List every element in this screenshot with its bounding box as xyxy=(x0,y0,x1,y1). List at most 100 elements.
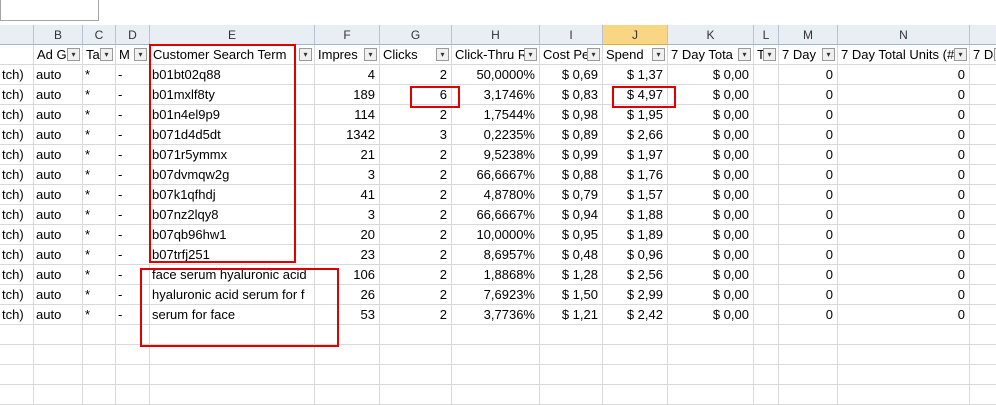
table-cell[interactable]: tch) xyxy=(0,285,34,305)
table-cell[interactable]: $ 0,88 xyxy=(540,165,603,185)
table-cell[interactable] xyxy=(970,305,996,325)
empty-cell[interactable] xyxy=(603,325,668,345)
empty-cell[interactable] xyxy=(452,325,540,345)
header-cell[interactable]: 7 Day Tota ▾ xyxy=(668,45,754,65)
table-cell[interactable]: 2 xyxy=(380,65,452,85)
table-cell[interactable]: * xyxy=(83,145,116,165)
table-cell[interactable]: 26 xyxy=(315,285,380,305)
table-cell[interactable]: * xyxy=(83,265,116,285)
table-cell[interactable]: 6 xyxy=(380,85,452,105)
header-cell[interactable]: Spend ▾ xyxy=(603,45,668,65)
header-cell[interactable]: Ad G ▾ xyxy=(34,45,83,65)
header-cell[interactable]: Ta ▾ xyxy=(83,45,116,65)
table-cell[interactable]: 2 xyxy=(380,285,452,305)
empty-cell[interactable] xyxy=(83,325,116,345)
empty-cell[interactable] xyxy=(150,385,315,405)
empty-cell[interactable] xyxy=(779,325,838,345)
table-cell[interactable]: auto xyxy=(34,265,83,285)
table-cell[interactable]: $ 0,48 xyxy=(540,245,603,265)
column-header-blank[interactable] xyxy=(0,25,34,45)
table-cell[interactable]: 0 xyxy=(779,145,838,165)
table-cell[interactable] xyxy=(970,205,996,225)
table-cell[interactable]: auto xyxy=(34,305,83,325)
table-cell[interactable]: tch) xyxy=(0,205,34,225)
header-cell[interactable] xyxy=(0,45,34,65)
table-cell[interactable]: 1,7544% xyxy=(452,105,540,125)
table-cell[interactable]: $ 1,89 xyxy=(603,225,668,245)
table-cell[interactable]: auto xyxy=(34,245,83,265)
table-cell[interactable]: - xyxy=(116,185,150,205)
column-header-m[interactable]: M xyxy=(779,25,838,45)
table-cell[interactable]: * xyxy=(83,285,116,305)
empty-cell[interactable] xyxy=(0,365,34,385)
column-header-g[interactable]: G xyxy=(380,25,452,45)
empty-cell[interactable] xyxy=(116,365,150,385)
empty-cell[interactable] xyxy=(315,385,380,405)
table-cell[interactable]: - xyxy=(116,245,150,265)
table-cell[interactable]: 0 xyxy=(838,205,970,225)
table-cell[interactable]: b07nz2lqy8 xyxy=(150,205,315,225)
table-cell[interactable]: 0 xyxy=(838,165,970,185)
table-cell[interactable]: * xyxy=(83,205,116,225)
table-cell[interactable]: auto xyxy=(34,225,83,245)
filter-dropdown-icon[interactable]: ▾ xyxy=(954,48,967,61)
table-cell[interactable]: * xyxy=(83,225,116,245)
table-cell[interactable]: - xyxy=(116,205,150,225)
table-cell[interactable]: auto xyxy=(34,205,83,225)
table-cell[interactable]: 0 xyxy=(779,185,838,205)
table-cell[interactable] xyxy=(970,85,996,105)
empty-cell[interactable] xyxy=(150,345,315,365)
table-cell[interactable]: 0 xyxy=(838,145,970,165)
table-cell[interactable] xyxy=(754,185,779,205)
table-cell[interactable]: 0 xyxy=(779,125,838,145)
table-cell[interactable]: * xyxy=(83,65,116,85)
table-cell[interactable]: - xyxy=(116,145,150,165)
table-cell[interactable]: $ 0,00 xyxy=(668,185,754,205)
table-cell[interactable]: 3 xyxy=(315,165,380,185)
table-cell[interactable]: - xyxy=(116,225,150,245)
table-cell[interactable]: 1342 xyxy=(315,125,380,145)
table-cell[interactable]: auto xyxy=(34,65,83,85)
table-cell[interactable]: 2 xyxy=(380,185,452,205)
empty-cell[interactable] xyxy=(838,345,970,365)
table-cell[interactable]: tch) xyxy=(0,65,34,85)
column-header-j[interactable]: J xyxy=(603,25,668,45)
table-cell[interactable]: 3 xyxy=(315,205,380,225)
table-cell[interactable] xyxy=(970,165,996,185)
empty-cell[interactable] xyxy=(838,385,970,405)
column-header-n[interactable]: N xyxy=(838,25,970,45)
filter-dropdown-icon[interactable]: ▾ xyxy=(299,48,312,61)
empty-cell[interactable] xyxy=(452,345,540,365)
table-cell[interactable]: $ 0,94 xyxy=(540,205,603,225)
name-box[interactable] xyxy=(0,0,99,21)
table-cell[interactable]: b01mxlf8ty xyxy=(150,85,315,105)
table-cell[interactable]: 0 xyxy=(838,185,970,205)
empty-cell[interactable] xyxy=(668,385,754,405)
table-cell[interactable]: b071d4d5dt xyxy=(150,125,315,145)
table-cell[interactable]: 9,5238% xyxy=(452,145,540,165)
table-cell[interactable]: face serum hyaluronic acid xyxy=(150,265,315,285)
filter-dropdown-icon[interactable]: ▾ xyxy=(587,48,600,61)
table-cell[interactable] xyxy=(754,285,779,305)
table-cell[interactable]: tch) xyxy=(0,85,34,105)
table-cell[interactable]: auto xyxy=(34,85,83,105)
empty-cell[interactable] xyxy=(0,325,34,345)
empty-cell[interactable] xyxy=(0,385,34,405)
table-cell[interactable]: - xyxy=(116,105,150,125)
table-cell[interactable]: $ 1,37 xyxy=(603,65,668,85)
table-cell[interactable]: b01bt02q88 xyxy=(150,65,315,85)
header-cell[interactable]: 7 Day ▾ xyxy=(779,45,838,65)
header-cell[interactable]: M ▾ xyxy=(116,45,150,65)
table-cell[interactable]: 0 xyxy=(838,245,970,265)
table-cell[interactable] xyxy=(754,65,779,85)
table-cell[interactable]: 41 xyxy=(315,185,380,205)
header-cell[interactable]: 7 Day Total Units (# ▾ xyxy=(838,45,970,65)
empty-cell[interactable] xyxy=(540,385,603,405)
table-cell[interactable]: b07k1qfhdj xyxy=(150,185,315,205)
table-cell[interactable] xyxy=(754,205,779,225)
empty-cell[interactable] xyxy=(380,365,452,385)
header-cell[interactable]: Impres ▾ xyxy=(315,45,380,65)
table-cell[interactable] xyxy=(970,145,996,165)
table-cell[interactable]: hyaluronic acid serum for f xyxy=(150,285,315,305)
table-cell[interactable]: $ 0,00 xyxy=(668,145,754,165)
